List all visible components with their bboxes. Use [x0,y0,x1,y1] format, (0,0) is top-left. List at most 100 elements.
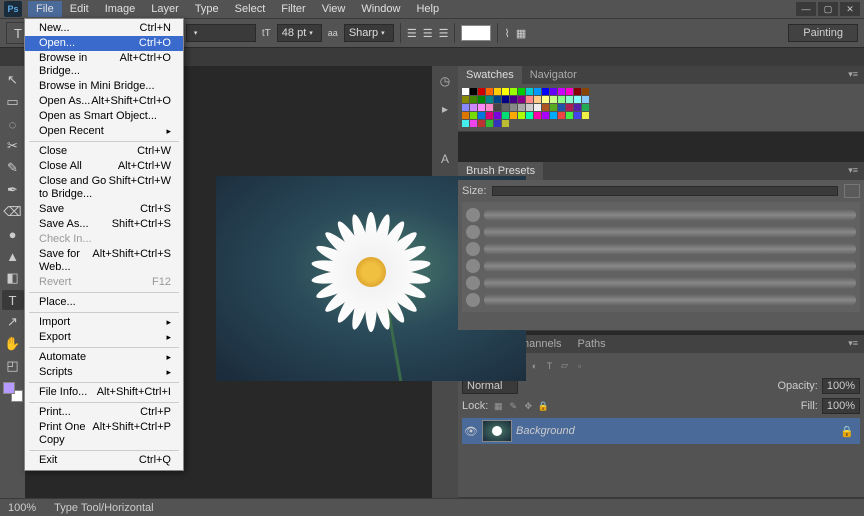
swatch[interactable] [462,96,469,103]
close-button[interactable]: ✕ [840,2,860,16]
menu-type[interactable]: Type [187,1,227,17]
workspace-selector[interactable]: Painting [788,24,858,42]
align-left-icon[interactable]: ☰ [407,27,417,40]
tool-7[interactable]: ● [2,224,24,244]
swatch[interactable] [574,112,581,119]
swatch[interactable] [542,88,549,95]
swatch[interactable] [502,112,509,119]
menu-item-save-as[interactable]: Save As...Shift+Ctrl+S [25,217,183,232]
lock-position-icon[interactable]: ✥ [522,400,534,412]
brush-preview-toggle[interactable] [844,184,860,198]
swatch[interactable] [518,88,525,95]
tab-paths[interactable]: Paths [570,335,614,353]
swatch[interactable] [566,96,573,103]
swatch[interactable] [470,88,477,95]
swatch[interactable] [486,96,493,103]
swatch[interactable] [534,96,541,103]
menu-item-close[interactable]: CloseCtrl+W [25,144,183,159]
tool-10[interactable]: T [2,290,24,310]
history-icon[interactable]: ◷ [436,72,454,90]
tool-0[interactable]: ↖ [2,70,24,90]
menu-item-close-and-go-to-bridge[interactable]: Close and Go to Bridge...Shift+Ctrl+W [25,174,183,202]
swatch[interactable] [526,112,533,119]
filter-smart-icon[interactable]: ▫ [574,360,586,372]
swatch[interactable] [518,112,525,119]
menu-edit[interactable]: Edit [62,1,97,17]
lock-all-icon[interactable]: 🔒 [537,400,549,412]
swatch[interactable] [526,96,533,103]
swatch[interactable] [478,88,485,95]
text-color-swatch[interactable] [461,25,491,41]
align-center-icon[interactable]: ☰ [423,27,433,40]
align-right-icon[interactable]: ☰ [439,27,449,40]
tool-11[interactable]: ↗ [2,312,24,332]
filter-type-icon[interactable]: T [544,360,556,372]
lock-pixels-icon[interactable]: ✎ [507,400,519,412]
swatch[interactable] [478,104,485,111]
tool-6[interactable]: ⌫ [2,202,24,222]
tab-navigator[interactable]: Navigator [522,66,585,84]
menu-item-export[interactable]: Export [25,330,183,345]
tool-12[interactable]: ✋ [2,334,24,354]
menu-item-open-as-smart-object[interactable]: Open as Smart Object... [25,109,183,124]
swatch[interactable] [462,112,469,119]
tool-2[interactable]: ◌ [2,114,24,134]
swatch[interactable] [558,104,565,111]
warp-text-icon[interactable]: ⌇ [504,27,509,40]
swatch[interactable] [550,96,557,103]
tool-13[interactable]: ◰ [2,356,24,376]
menu-image[interactable]: Image [97,1,144,17]
swatch[interactable] [542,96,549,103]
fg-bg-colors[interactable] [3,382,23,402]
swatch[interactable] [582,112,589,119]
menu-item-scripts[interactable]: Scripts [25,365,183,380]
swatch[interactable] [494,120,501,127]
swatch[interactable] [526,104,533,111]
menu-select[interactable]: Select [227,1,274,17]
actions-icon[interactable]: ▸ [436,100,454,118]
menu-item-browse-in-bridge[interactable]: Browse in Bridge...Alt+Ctrl+O [25,51,183,79]
swatch[interactable] [502,88,509,95]
swatch[interactable] [550,88,557,95]
character-panel-icon[interactable]: ▦ [516,27,526,40]
swatch[interactable] [566,104,573,111]
swatch[interactable] [478,120,485,127]
brush-size-slider[interactable] [492,186,838,196]
menu-help[interactable]: Help [408,1,447,17]
menu-item-open-as[interactable]: Open As...Alt+Shift+Ctrl+O [25,94,183,109]
swatch[interactable] [510,96,517,103]
swatch[interactable] [510,104,517,111]
swatch[interactable] [494,112,501,119]
swatch[interactable] [502,104,509,111]
swatch[interactable] [534,104,541,111]
swatch[interactable] [462,120,469,127]
tab-swatches[interactable]: Swatches [458,66,522,84]
menu-layer[interactable]: Layer [143,1,187,17]
swatch[interactable] [582,88,589,95]
swatch[interactable] [574,96,581,103]
swatch[interactable] [518,104,525,111]
panel-menu-icon[interactable]: ▾≡ [842,335,864,353]
swatch[interactable] [494,88,501,95]
menu-item-close-all[interactable]: Close AllAlt+Ctrl+W [25,159,183,174]
filter-adjust-icon[interactable]: ◐ [529,360,541,372]
font-style-field[interactable]: ▾ [186,24,256,42]
swatch[interactable] [486,88,493,95]
swatch[interactable] [470,112,477,119]
swatch[interactable] [462,88,469,95]
swatch[interactable] [518,96,525,103]
swatch[interactable] [486,120,493,127]
menu-item-automate[interactable]: Automate [25,350,183,365]
swatch[interactable] [526,88,533,95]
font-size-field[interactable]: 48 pt▾ [277,24,322,42]
maximize-button[interactable]: ▢ [818,2,838,16]
zoom-level[interactable]: 100% [8,502,36,514]
panel-menu-icon[interactable]: ▾≡ [842,162,864,180]
swatch[interactable] [582,104,589,111]
tool-4[interactable]: ✎ [2,158,24,178]
menu-item-open-recent[interactable]: Open Recent [25,124,183,139]
menu-view[interactable]: View [314,1,354,17]
character-icon[interactable]: A [436,150,454,168]
swatch[interactable] [534,112,541,119]
menu-item-place[interactable]: Place... [25,295,183,310]
